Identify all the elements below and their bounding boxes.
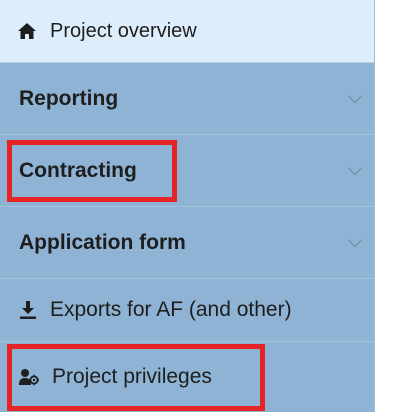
menu-section-label: Application form — [19, 230, 186, 254]
menu-item-exports[interactable]: Exports for AF (and other) — [0, 279, 374, 342]
menu-section-label: Reporting — [19, 86, 119, 110]
users-gear-icon — [19, 368, 39, 386]
menu-item-project-overview[interactable]: Project overview — [0, 0, 374, 63]
project-sidebar-menu: Project overview Reporting Contracting A… — [0, 0, 375, 412]
chevron-down-icon — [347, 88, 363, 103]
menu-section-reporting[interactable]: Reporting — [0, 63, 374, 135]
menu-item-label: Project privileges — [52, 365, 212, 388]
menu-section-contracting[interactable]: Contracting — [0, 135, 374, 207]
home-icon — [17, 22, 37, 40]
chevron-down-icon — [347, 232, 363, 247]
chevron-down-icon — [347, 160, 363, 175]
menu-item-label: Exports for AF (and other) — [50, 298, 292, 321]
menu-item-label: Project overview — [50, 19, 197, 42]
download-icon — [19, 300, 37, 320]
menu-section-application-form[interactable]: Application form — [0, 207, 374, 279]
menu-section-label: Contracting — [19, 158, 137, 182]
menu-item-project-privileges[interactable]: Project privileges — [0, 342, 374, 412]
